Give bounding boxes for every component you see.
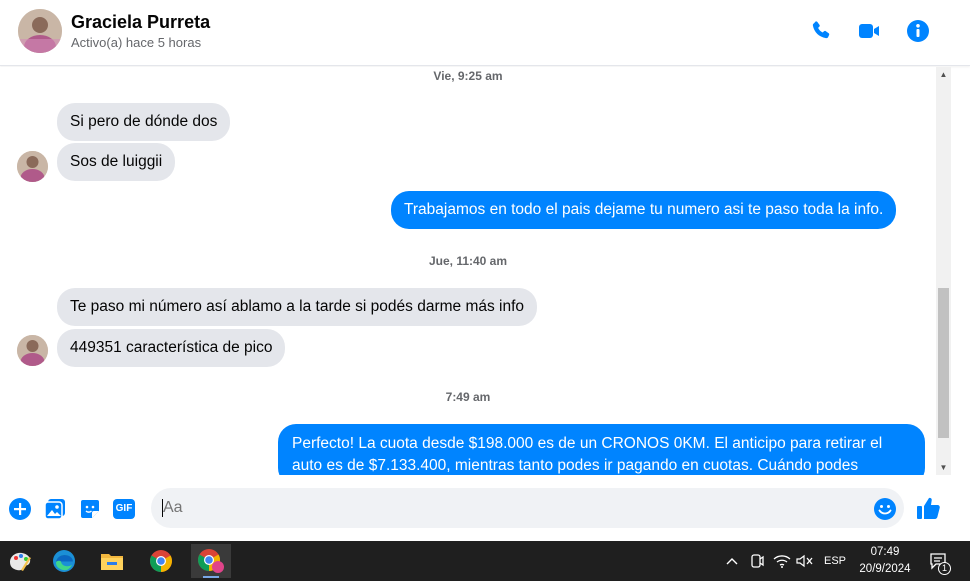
meet-now-icon[interactable] [747, 541, 767, 581]
message-input[interactable] [151, 488, 904, 528]
contact-status: Activo(a) hace 5 horas [71, 35, 202, 50]
contact-avatar-small[interactable] [17, 335, 48, 366]
scroll-down-arrow-icon[interactable]: ▼ [936, 460, 951, 475]
incoming-message[interactable]: 449351 característica de pico [57, 329, 286, 367]
volume-muted-icon[interactable] [795, 541, 815, 581]
message-timestamp: 7:49 am [445, 390, 491, 404]
phone-icon[interactable] [808, 18, 834, 44]
video-icon[interactable] [856, 18, 882, 44]
message-timestamp: Vie, 9:25 am [433, 69, 503, 83]
clock-time: 07:49 [870, 546, 900, 558]
contact-name[interactable]: Graciela Purreta [71, 12, 210, 33]
gif-icon[interactable]: GIF [112, 497, 136, 521]
outgoing-message[interactable]: Perfecto! La cuota desde $198.000 es de … [278, 424, 925, 475]
incoming-message[interactable]: Si pero de dónde dos [57, 103, 231, 141]
gif-label: GIF [115, 503, 133, 514]
text-cursor [162, 499, 163, 517]
paint-icon[interactable] [0, 544, 40, 578]
outgoing-message[interactable]: Trabajamos en todo el pais dejame tu num… [391, 191, 897, 229]
scroll-thumb[interactable] [938, 288, 949, 438]
chat-scrollbar[interactable]: ▲ ▼ [936, 67, 951, 475]
edge-icon[interactable] [44, 544, 84, 578]
info-icon[interactable] [905, 18, 931, 44]
windows-taskbar: ESP 07:49 20/9/2024 1 [0, 541, 970, 581]
notification-icon[interactable]: 1 [926, 541, 952, 581]
contact-avatar[interactable] [18, 9, 62, 53]
chevron-up-icon[interactable] [722, 541, 742, 581]
chrome-profile-icon[interactable] [191, 544, 231, 578]
message-list[interactable]: Vie, 9:25 am Si pero de dónde dos Sos de… [0, 67, 936, 475]
sticker-icon[interactable] [78, 497, 102, 521]
add-icon[interactable] [8, 497, 32, 521]
wifi-icon[interactable] [772, 541, 792, 581]
system-clock[interactable]: 07:49 20/9/2024 [852, 544, 918, 578]
incoming-message[interactable]: Sos de luiggii [57, 143, 176, 181]
conversation-header: Graciela Purreta Activo(a) hace 5 horas [0, 0, 970, 66]
chrome-icon[interactable] [141, 544, 181, 578]
clock-date: 20/9/2024 [859, 563, 911, 575]
notification-count: 1 [938, 562, 951, 575]
emoji-icon[interactable] [873, 497, 897, 521]
like-icon[interactable] [916, 495, 942, 521]
contact-avatar-small[interactable] [17, 151, 48, 182]
file-explorer-icon[interactable] [92, 544, 132, 578]
message-timestamp: Jue, 11:40 am [428, 254, 508, 268]
messenger-window: Graciela Purreta Activo(a) hace 5 horas … [0, 0, 970, 541]
language-indicator[interactable]: ESP [820, 541, 850, 581]
incoming-message[interactable]: Te paso mi número así ablamo a la tarde … [57, 288, 538, 326]
scroll-up-arrow-icon[interactable]: ▲ [936, 67, 951, 82]
message-composer: GIF [0, 476, 970, 541]
image-icon[interactable] [43, 497, 67, 521]
